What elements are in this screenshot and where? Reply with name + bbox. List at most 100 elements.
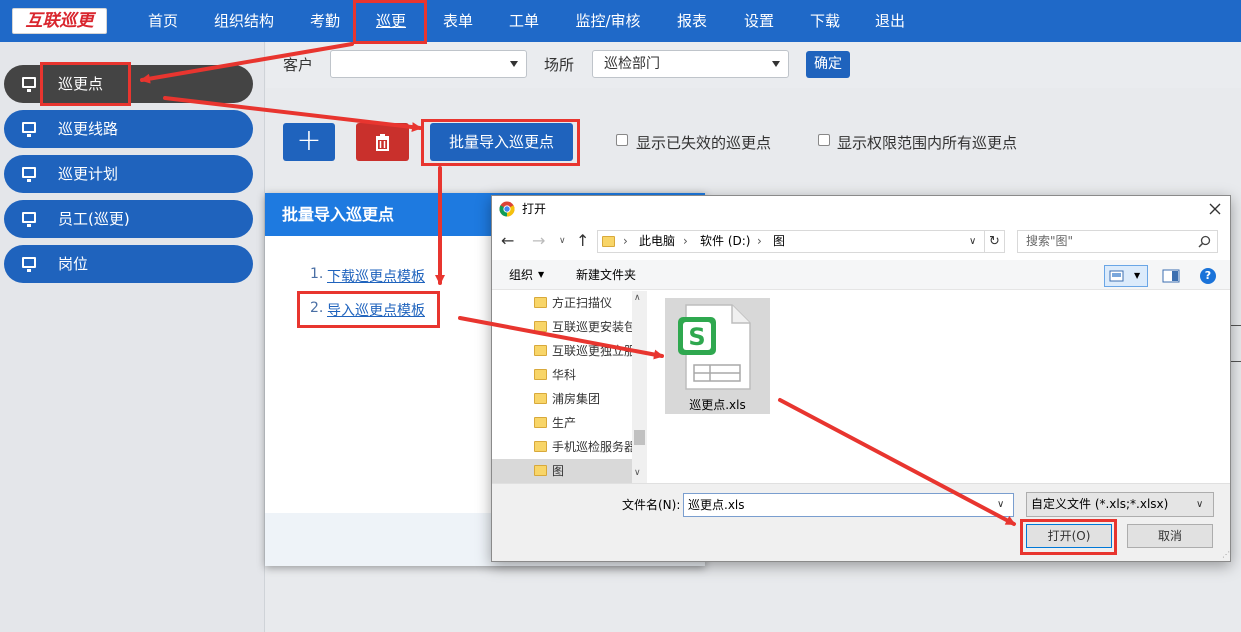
tree-item[interactable]: 华科 — [514, 363, 632, 387]
sidebar-item-label: 巡更计划 — [58, 165, 119, 183]
breadcrumb-separator-icon: › — [757, 234, 762, 248]
step-number: 2. — [310, 300, 324, 316]
table-divider — [1231, 325, 1241, 326]
tree-item-label: 手机巡检服务器 — [552, 440, 632, 454]
nav-patrol[interactable]: 巡更 — [361, 0, 421, 42]
tree-scrollbar[interactable] — [632, 291, 647, 483]
caret-down-icon: ▼ — [1134, 271, 1141, 280]
tree-item-label: 图 — [552, 464, 565, 478]
scroll-up-icon[interactable]: ∧ — [634, 291, 641, 305]
sidebar-item-employees[interactable]: 员工(巡更) — [4, 200, 253, 238]
tree-item-label: 华科 — [552, 368, 577, 382]
nav-forms[interactable]: 表单 — [430, 0, 486, 42]
folder-icon — [534, 417, 547, 428]
sidebar-item-label: 巡更线路 — [58, 120, 119, 138]
add-button[interactable]: + — [283, 123, 335, 161]
folder-icon — [534, 297, 547, 308]
site-select-value: 巡检部门 — [604, 56, 660, 72]
customer-select[interactable] — [330, 50, 527, 78]
batch-import-button[interactable]: 批量导入巡更点 — [430, 123, 573, 161]
nav-workorder[interactable]: 工单 — [496, 0, 552, 42]
show-all-label: 显示权限范围内所有巡更点 — [837, 134, 1018, 152]
sidebar-item-label: 巡更点 — [58, 75, 104, 93]
show-invalid-checkbox[interactable] — [616, 134, 628, 146]
nav-settings[interactable]: 设置 — [731, 0, 787, 42]
confirm-button[interactable]: 确定 — [806, 51, 850, 78]
spreadsheet-file-icon: S — [678, 304, 751, 390]
filename-dropdown-icon[interactable]: ∨ — [997, 493, 1004, 517]
breadcrumb-separator-icon: › — [623, 234, 628, 248]
nav-monitor[interactable]: 监控/审核 — [566, 0, 650, 42]
nav-logout[interactable]: 退出 — [862, 0, 918, 42]
folder-icon — [534, 393, 547, 404]
tree-item-label: 互联巡更独立服 — [552, 344, 632, 358]
new-folder-button[interactable]: 新建文件夹 — [576, 260, 636, 290]
tree-item[interactable]: 互联巡更安装包 — [514, 315, 632, 339]
tree-item[interactable]: 手机巡检服务器 — [514, 435, 632, 459]
tree-item[interactable]: 浦房集团 — [514, 387, 632, 411]
search-icon — [1198, 235, 1211, 248]
monitor-icon — [22, 122, 36, 137]
tree-item[interactable]: 生产 — [514, 411, 632, 435]
tree-item-label: 生产 — [552, 416, 577, 430]
cancel-button[interactable]: 取消 — [1127, 524, 1213, 548]
view-options-button[interactable] — [1104, 265, 1148, 287]
delete-button[interactable] — [356, 123, 409, 161]
import-template-link[interactable]: 导入巡更点模板 — [327, 300, 425, 320]
address-dropdown-icon[interactable]: ∨ — [969, 230, 976, 253]
monitor-icon — [22, 257, 36, 272]
up-arrow-icon[interactable]: ↑ — [576, 231, 589, 251]
forward-arrow-icon[interactable]: → — [532, 231, 545, 251]
download-template-link[interactable]: 下载巡更点模板 — [327, 266, 425, 286]
monitor-icon — [22, 77, 36, 92]
search-placeholder: 搜索"图" — [1026, 234, 1074, 248]
scroll-down-icon[interactable]: ∨ — [634, 466, 641, 480]
nav-download[interactable]: 下载 — [797, 0, 853, 42]
tree-item[interactable]: 方正扫描仪 — [514, 291, 632, 315]
resize-grip-icon[interactable]: ⋰ — [1222, 550, 1230, 560]
file-name-label: 巡更点.xls — [689, 398, 746, 412]
folder-icon — [534, 345, 547, 356]
sidebar-item-patrol-routes[interactable]: 巡更线路 — [4, 110, 253, 148]
breadcrumb-item[interactable]: 此电脑 — [639, 230, 675, 253]
filetype-dropdown-icon: ∨ — [1196, 499, 1204, 510]
folder-icon — [534, 465, 547, 476]
site-select[interactable]: 巡检部门 — [592, 50, 789, 78]
sidebar-item-posts[interactable]: 岗位 — [4, 245, 253, 283]
filetype-value: 自定义文件 (*.xls;*.xlsx) — [1031, 497, 1169, 511]
nav-home[interactable]: 首页 — [133, 0, 193, 42]
tree-item[interactable]: 互联巡更独立服 — [514, 339, 632, 363]
sidebar-item-patrol-plans[interactable]: 巡更计划 — [4, 155, 253, 193]
preview-pane-icon[interactable] — [1162, 268, 1180, 284]
help-icon[interactable]: ? — [1200, 268, 1216, 284]
folder-icon — [602, 236, 615, 247]
chevron-down-icon — [772, 61, 780, 67]
breadcrumb-item[interactable]: 软件 (D:) — [700, 230, 750, 253]
show-all-checkbox[interactable] — [818, 134, 830, 146]
sidebar-item-patrol-points[interactable]: 巡更点 — [4, 65, 253, 103]
nav-organization[interactable]: 组织结构 — [205, 0, 283, 42]
tree-item-label: 互联巡更安装包 — [552, 320, 632, 334]
svg-text:S: S — [688, 323, 705, 351]
trash-icon — [376, 134, 389, 151]
chrome-icon — [499, 201, 515, 217]
filename-input-value: 巡更点.xls — [688, 498, 745, 512]
close-icon[interactable] — [1209, 203, 1221, 215]
nav-reports[interactable]: 报表 — [664, 0, 720, 42]
brand-logo: 互联巡更 — [12, 8, 107, 34]
monitor-icon — [22, 212, 36, 227]
breadcrumb-item[interactable]: 图 — [773, 230, 785, 253]
organize-button[interactable]: 组织 — [509, 260, 533, 290]
back-arrow-icon[interactable]: ← — [501, 231, 514, 251]
customer-label: 客户 — [283, 56, 314, 74]
recent-chevron-icon[interactable]: ∨ — [559, 233, 566, 249]
tree-item-selected[interactable]: 图 — [492, 459, 632, 483]
nav-attendance[interactable]: 考勤 — [297, 0, 353, 42]
tree-item-label: 浦房集团 — [552, 392, 601, 406]
refresh-icon[interactable]: ↻ — [985, 230, 1005, 253]
tree-scrollbar-thumb[interactable] — [634, 430, 645, 445]
monitor-icon — [22, 167, 36, 182]
folder-icon — [534, 441, 547, 452]
open-button[interactable]: 打开(O) — [1026, 524, 1112, 548]
folder-icon — [534, 369, 547, 380]
